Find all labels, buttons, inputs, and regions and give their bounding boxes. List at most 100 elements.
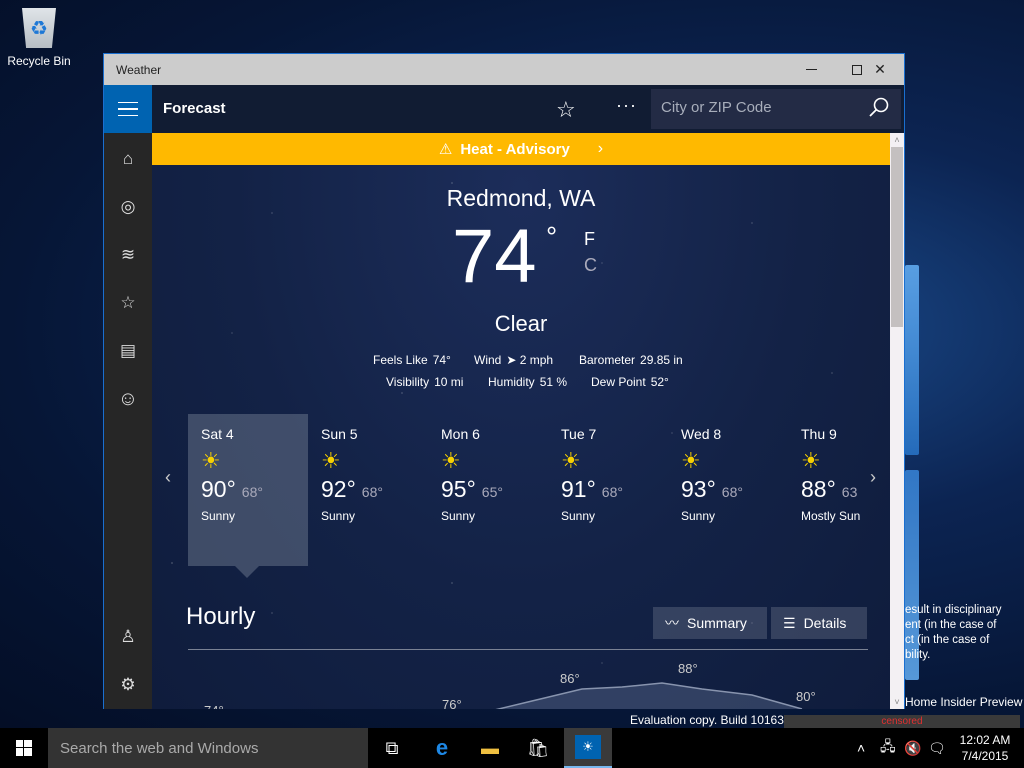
taskbar: Search the web and Windows ⧉ e ▬ 🛍 ☀ ˄ 🖧… xyxy=(0,728,1024,768)
hourly-divider xyxy=(188,649,868,650)
weather-window: Weather ✕ Forecast ☆ ··· ⌂ ◎ ≋ ☆ ▤ ☺ ♙ ⚙… xyxy=(103,53,905,709)
low-temp: 63 xyxy=(841,484,858,500)
high-temp: 91° xyxy=(561,476,596,502)
task-view-icon[interactable]: ⧉ xyxy=(368,728,416,768)
day-card[interactable]: Sun 5 ☀ 92° 68° Sunny xyxy=(308,414,428,566)
unit-celsius-toggle[interactable]: C xyxy=(584,255,597,276)
vertical-scrollbar[interactable]: ˄ ˅ xyxy=(890,133,904,709)
day-condition: Sunny xyxy=(441,509,476,523)
next-days-arrow[interactable]: › xyxy=(870,467,876,488)
evaluation-watermark: Evaluation copy. Build 10163. xyxy=(630,713,788,727)
current-temperature: 74 xyxy=(452,214,537,299)
system-clock[interactable]: 12:02 AM 7/4/2015 xyxy=(950,732,1020,764)
low-temp: 68° xyxy=(361,484,383,500)
background-window-text: esult in disciplinary ent (in the case o… xyxy=(905,603,1002,663)
low-temp: 68° xyxy=(721,484,743,500)
day-card[interactable]: Wed 8 ☀ 93° 68° Sunny xyxy=(668,414,788,566)
show-hidden-icons-chevron[interactable]: ˄ xyxy=(857,728,865,768)
sunny-icon: ☀ xyxy=(801,448,821,473)
high-temp: 95° xyxy=(441,476,476,502)
clock-date: 7/4/2015 xyxy=(961,749,1009,763)
home-insider-text: Home Insider Preview xyxy=(905,695,1023,709)
taskbar-search[interactable]: Search the web and Windows xyxy=(48,728,368,768)
day-card[interactable]: Thu 9 ☀ 88° 63 Mostly Sun xyxy=(788,414,890,566)
hourly-chart: 74° 76° 86° 88° 80° xyxy=(152,653,890,709)
day-card[interactable]: Mon 6 ☀ 95° 65° Sunny xyxy=(428,414,548,566)
hourly-temp-label: 76° xyxy=(442,697,462,709)
page-title: Forecast xyxy=(163,100,226,117)
network-icon[interactable]: 🖧 xyxy=(880,728,896,768)
scrollbar-thumb[interactable] xyxy=(891,147,903,327)
bg-text-line: esult in disciplinary xyxy=(905,604,1002,616)
sunny-icon: ☀ xyxy=(441,448,461,473)
hourly-temp-label: 88° xyxy=(678,661,698,676)
location-name: Redmond, WA xyxy=(446,185,596,211)
unit-fahrenheit-toggle[interactable]: F xyxy=(584,229,595,250)
city-search-input[interactable] xyxy=(661,99,861,116)
day-card[interactable]: Tue 7 ☀ 91° 68° Sunny xyxy=(548,414,668,566)
edge-browser-icon[interactable]: e xyxy=(418,728,466,768)
search-box xyxy=(651,89,901,129)
day-condition: Sunny xyxy=(561,509,596,523)
forecast-content: ⚠ Heat - Advisory › Redmond, WA 74 ° F C… xyxy=(152,133,890,709)
recycle-bin-icon: ♻ xyxy=(22,8,56,48)
details-button[interactable]: ☰ Details xyxy=(771,607,867,639)
previous-days-arrow[interactable]: ‹ xyxy=(165,467,171,488)
file-explorer-icon[interactable]: ▬ xyxy=(466,728,514,768)
day-condition: Sunny xyxy=(321,509,356,523)
bg-text-line: bility. xyxy=(905,649,931,661)
scroll-up-icon[interactable]: ˄ xyxy=(890,133,904,147)
day-condition: Sunny xyxy=(681,509,716,523)
favorite-star-icon[interactable]: ☆ xyxy=(556,97,576,123)
day-label: Tue 7 xyxy=(561,426,597,442)
summary-label: Summary xyxy=(687,615,747,631)
recycle-bin[interactable]: ♻ Recycle Bin xyxy=(4,8,74,68)
details-label: Details xyxy=(803,615,847,631)
high-temp: 90° xyxy=(201,476,236,502)
close-button[interactable]: ✕ xyxy=(857,54,903,85)
search-icon[interactable] xyxy=(867,96,891,120)
start-button[interactable] xyxy=(0,728,48,768)
scroll-down-icon[interactable]: ˅ xyxy=(890,695,904,709)
day-card[interactable]: Sat 4 ☀ 90° 68° Sunny xyxy=(188,414,308,578)
maps-radar-icon[interactable]: ◎ xyxy=(116,195,140,219)
censored-block: censored xyxy=(784,715,1020,728)
store-icon[interactable]: 🛍 xyxy=(514,728,562,768)
hourly-heading: Hourly xyxy=(186,603,256,630)
side-navigation: ⌂ ◎ ≋ ☆ ▤ ☺ ♙ ⚙ xyxy=(104,133,152,709)
action-center-icon[interactable]: 🗨 xyxy=(928,728,946,768)
settings-gear-icon[interactable]: ⚙ xyxy=(116,673,140,697)
sunny-icon: ☀ xyxy=(561,448,581,473)
close-icon: ✕ xyxy=(874,61,886,77)
wind: Wind ➤ 2 mph xyxy=(474,353,554,367)
minimize-button[interactable] xyxy=(788,54,834,85)
recycle-bin-label: Recycle Bin xyxy=(7,54,71,68)
historical-weather-icon[interactable]: ≋ xyxy=(116,243,140,267)
places-star-icon[interactable]: ☆ xyxy=(116,291,140,315)
high-temp: 88° xyxy=(801,476,836,502)
volume-muted-icon[interactable]: 🔇 xyxy=(904,728,921,768)
life-smiley-icon[interactable]: ☺ xyxy=(116,387,140,411)
high-temp: 93° xyxy=(681,476,716,502)
list-icon: ☰ xyxy=(783,614,796,631)
summary-button[interactable]: 〰 Summary xyxy=(653,607,767,639)
low-temp: 68° xyxy=(241,484,263,500)
warning-icon: ⚠ xyxy=(438,141,453,158)
account-icon[interactable]: ♙ xyxy=(116,625,140,649)
current-condition: Clear xyxy=(494,311,548,336)
chart-icon: 〰 xyxy=(665,615,679,631)
title-bar[interactable]: Weather ✕ xyxy=(104,54,904,85)
window-title: Weather xyxy=(116,63,162,77)
news-icon[interactable]: ▤ xyxy=(116,339,140,363)
day-condition: Mostly Sun xyxy=(801,509,861,523)
more-options-button[interactable]: ··· xyxy=(616,95,637,116)
feels-like: Feels Like 74° xyxy=(373,353,451,367)
windows-logo-icon xyxy=(16,740,32,756)
hourly-temperature-graph xyxy=(495,682,803,709)
weather-app-taskbar-icon[interactable]: ☀ xyxy=(564,728,612,768)
hourly-temp-label: 74° xyxy=(204,703,224,709)
heat-advisory-banner[interactable]: ⚠ Heat - Advisory › xyxy=(152,133,890,165)
barometer: Barometer 29.85 in xyxy=(579,353,683,367)
hamburger-menu-button[interactable] xyxy=(104,85,152,133)
home-icon[interactable]: ⌂ xyxy=(116,147,140,171)
